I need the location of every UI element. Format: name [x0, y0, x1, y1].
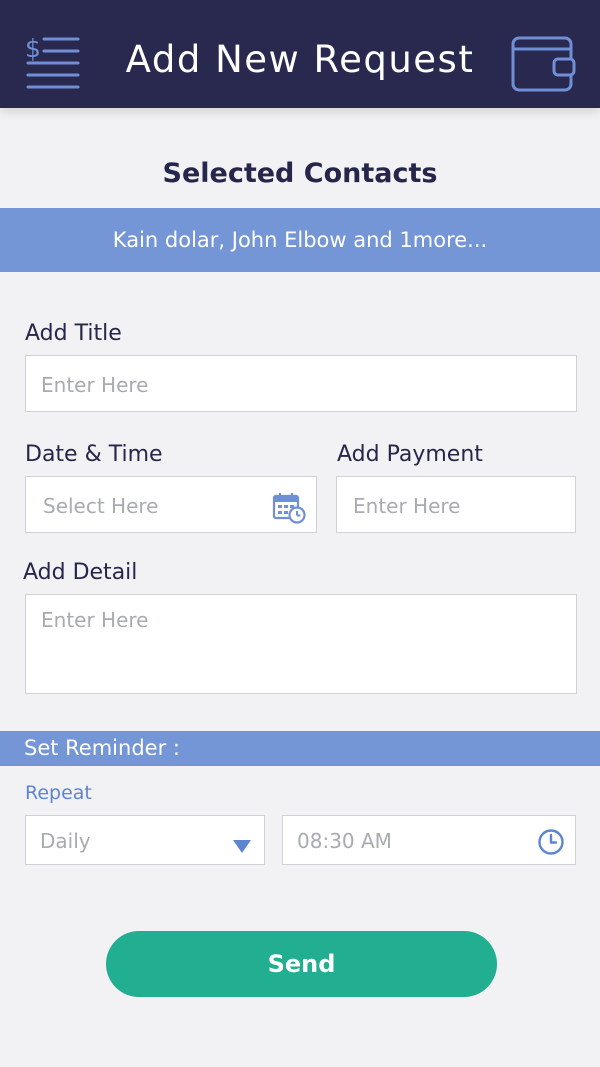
detail-textarea[interactable]: Enter Here: [25, 594, 577, 694]
datetime-label: Date & Time: [25, 442, 163, 467]
app-header: $ Add New Request: [0, 0, 600, 108]
detail-placeholder: Enter Here: [41, 608, 149, 632]
wallet-icon[interactable]: [510, 35, 578, 93]
repeat-label: Repeat: [25, 782, 92, 804]
reminder-time-value: 08:30 AM: [297, 829, 392, 853]
repeat-value: Daily: [40, 829, 91, 853]
payment-label: Add Payment: [337, 442, 483, 467]
reminder-time-field[interactable]: 08:30 AM: [282, 815, 576, 865]
selected-contacts-bar[interactable]: Kain dolar, John Elbow and 1more...: [0, 208, 600, 272]
selected-contacts-heading: Selected Contacts: [162, 158, 438, 189]
title-input[interactable]: Enter Here: [25, 355, 577, 412]
set-reminder-bar: Set Reminder :: [0, 731, 600, 766]
clock-icon[interactable]: [537, 828, 565, 856]
detail-label: Add Detail: [23, 560, 138, 585]
datetime-field[interactable]: Select Here: [25, 476, 317, 533]
datetime-placeholder: Select Here: [43, 494, 159, 518]
title-label: Add Title: [25, 321, 122, 346]
title-placeholder: Enter Here: [41, 373, 149, 397]
payment-placeholder: Enter Here: [353, 494, 461, 518]
calendar-icon[interactable]: [272, 491, 306, 525]
payment-input[interactable]: Enter Here: [336, 476, 576, 533]
repeat-select[interactable]: Daily: [25, 815, 265, 865]
dropdown-arrow-icon[interactable]: [233, 835, 251, 853]
send-button[interactable]: Send: [106, 931, 497, 997]
